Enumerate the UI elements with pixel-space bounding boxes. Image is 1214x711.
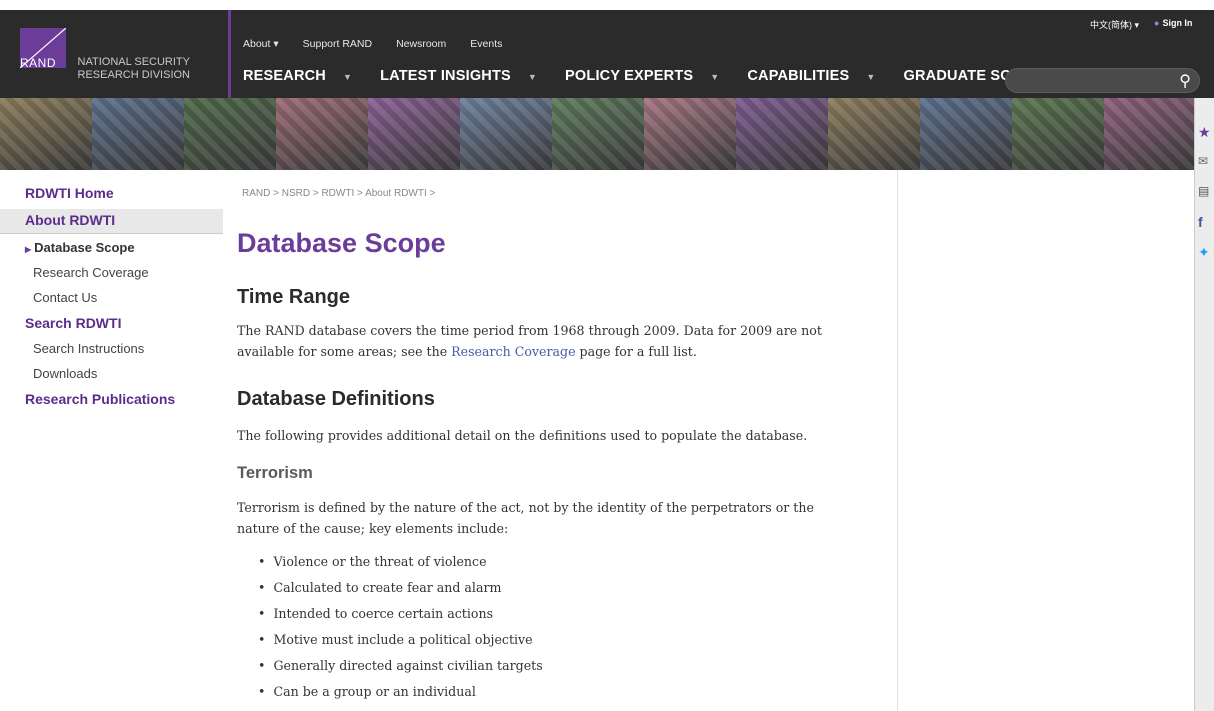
- rand-nsrd-logo[interactable]: RAND NATIONAL SECURITY RESEARCH DIVISION: [0, 10, 231, 98]
- right-column-divider: [897, 170, 898, 711]
- banner-photo-tile: [92, 98, 184, 170]
- banner-photo-tile: [828, 98, 920, 170]
- twitter-icon[interactable]: ✦: [1198, 244, 1210, 261]
- left-nav: RDWTI Home About RDWTI ▶ Database Scope R…: [0, 185, 223, 412]
- nav-research-coverage[interactable]: Research Coverage: [33, 260, 223, 285]
- nav-database-scope-label: Database Scope: [34, 240, 135, 255]
- caret-right-icon: ▶: [25, 245, 32, 254]
- definitions-paragraph: The following provides additional detail…: [237, 428, 808, 443]
- top-link-newsroom[interactable]: Newsroom: [396, 38, 446, 50]
- list-item: Calculated to create fear and alarm: [258, 575, 543, 601]
- site-header: RAND NATIONAL SECURITY RESEARCH DIVISION…: [0, 10, 1214, 98]
- nav-research[interactable]: RESEARCH ▼: [243, 68, 366, 84]
- definitions-heading: Database Definitions: [237, 388, 435, 410]
- nav-downloads[interactable]: Downloads: [33, 361, 223, 386]
- nav-rdwti-home[interactable]: RDWTI Home: [25, 185, 223, 209]
- time-range-heading: Time Range: [237, 286, 350, 308]
- time-range-paragraph: The RAND database covers the time period…: [237, 320, 857, 362]
- banner-photo-tile: [644, 98, 736, 170]
- nav-latest-insights-label: LATEST INSIGHTS: [380, 68, 511, 84]
- share-rail: ★ ✉ ▤ f ✦: [1194, 98, 1214, 711]
- chevron-down-icon: ▼: [710, 72, 720, 82]
- chevron-down-icon: ▼: [342, 72, 353, 82]
- mail-icon[interactable]: ✉: [1198, 154, 1208, 168]
- nav-search-instructions[interactable]: Search Instructions: [33, 336, 223, 361]
- nav-contact-us[interactable]: Contact Us: [33, 285, 223, 310]
- banner-photo-tile: [736, 98, 828, 170]
- banner-photo-tile: [552, 98, 644, 170]
- terrorism-heading: Terrorism: [237, 464, 313, 482]
- print-icon[interactable]: ▤: [1198, 184, 1209, 198]
- top-link-about[interactable]: About ▾: [243, 38, 279, 50]
- top-links: About ▾ Support RAND Newsroom Events: [243, 38, 526, 50]
- nav-search-rdwti[interactable]: Search RDWTI: [25, 310, 223, 336]
- logo-rand-text: RAND: [20, 56, 57, 70]
- banner-photo-tile: [1104, 98, 1194, 170]
- list-item: Can be a group or an individual: [258, 679, 543, 705]
- user-icon: ●: [1154, 18, 1160, 28]
- star-icon[interactable]: ★: [1198, 124, 1211, 141]
- logo-division-line1: NATIONAL SECURITY: [77, 56, 190, 68]
- nav-research-label: RESEARCH: [243, 68, 326, 84]
- terrorism-paragraph: Terrorism is defined by the nature of th…: [237, 500, 814, 536]
- banner-photo-tile: [276, 98, 368, 170]
- search-icon[interactable]: ⚲: [1179, 71, 1191, 91]
- list-item: Generally directed against civilian targ…: [258, 653, 542, 679]
- nav-policy-experts[interactable]: POLICY EXPERTS ▼: [565, 68, 733, 84]
- banner-photo-tile: [368, 98, 460, 170]
- chevron-down-icon: ▼: [866, 72, 876, 82]
- nav-latest-insights[interactable]: LATEST INSIGHTS ▼: [380, 68, 551, 84]
- logo-division-text: NATIONAL SECURITY RESEARCH DIVISION: [70, 56, 190, 82]
- nav-policy-experts-label: POLICY EXPERTS: [565, 68, 694, 84]
- top-link-support[interactable]: Support RAND: [303, 38, 372, 50]
- language-selector[interactable]: 中文(简体) ▾: [1090, 18, 1139, 31]
- list-item: Violence or the threat of violence: [258, 549, 543, 575]
- sign-in-label: Sign In: [1162, 18, 1193, 28]
- nav-capabilities[interactable]: CAPABILITIES ▼: [747, 68, 889, 84]
- search-input[interactable]: ⚲: [1005, 68, 1200, 93]
- sign-in-link[interactable]: ● Sign In: [1154, 18, 1192, 28]
- main-nav: RESEARCH ▼ LATEST INSIGHTS ▼ POLICY EXPERT…: [243, 68, 1108, 84]
- top-link-events[interactable]: Events: [470, 38, 502, 50]
- breadcrumb[interactable]: RAND > NSRD > RDWTI > About RDWTI >: [242, 188, 435, 199]
- terrorism-elements-list: Violence or the threat of violence Calcu…: [258, 549, 543, 705]
- banner-photo-tile: [184, 98, 276, 170]
- list-item: Intended to coerce certain actions: [258, 601, 543, 627]
- facebook-icon[interactable]: f: [1198, 214, 1203, 230]
- photo-banner: [0, 98, 1194, 170]
- banner-photo-tile: [460, 98, 552, 170]
- banner-photo-tile: [0, 98, 92, 170]
- research-coverage-link[interactable]: Research Coverage: [451, 344, 575, 359]
- page-title: Database Scope: [237, 228, 446, 258]
- banner-photo-tile: [920, 98, 1012, 170]
- time-range-text-2: page for a full list.: [575, 344, 697, 359]
- nav-about-rdwti[interactable]: About RDWTI: [0, 209, 223, 234]
- logo-division-line2: RESEARCH DIVISION: [77, 69, 190, 81]
- nav-capabilities-label: CAPABILITIES: [747, 68, 850, 84]
- banner-photo-tile: [1012, 98, 1104, 170]
- nav-database-scope[interactable]: ▶ Database Scope: [25, 235, 223, 260]
- list-item: Motive must include a political objectiv…: [258, 627, 543, 653]
- nav-research-publications[interactable]: Research Publications: [25, 386, 223, 412]
- chevron-down-icon: ▼: [527, 72, 538, 82]
